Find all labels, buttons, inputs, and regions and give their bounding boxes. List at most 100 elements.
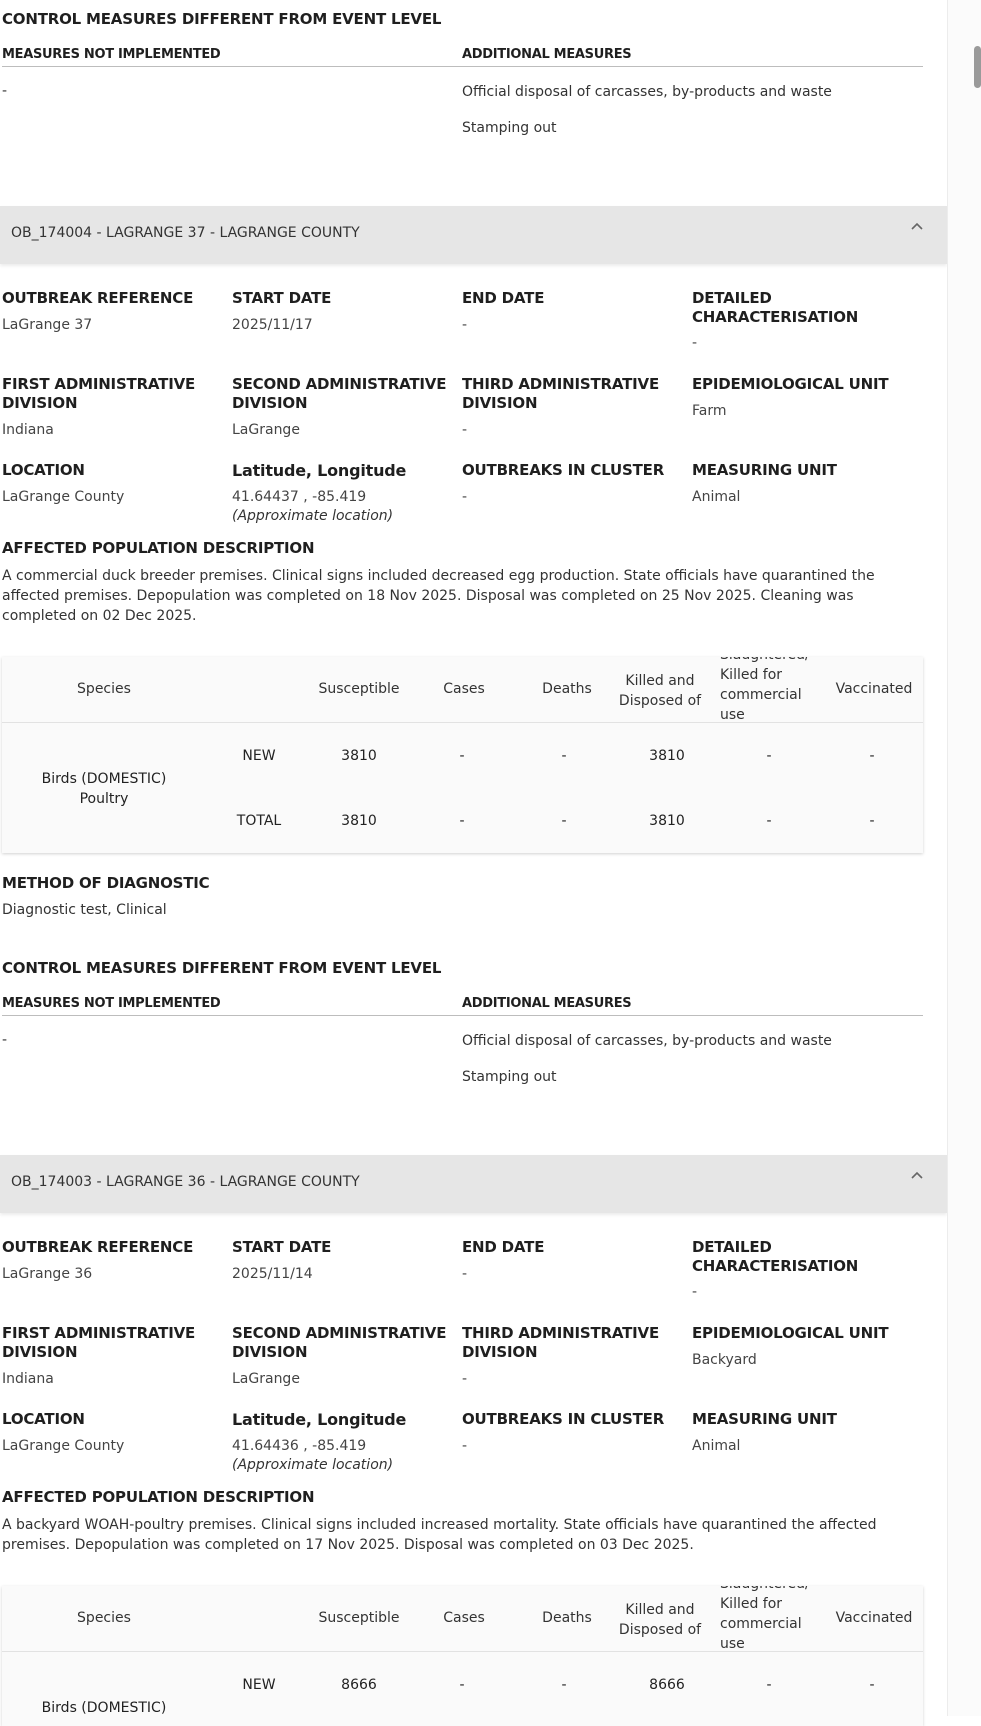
table-cell: 3810 <box>341 813 377 829</box>
table-cell: 3810 <box>649 748 685 764</box>
table-cell: - <box>766 748 772 764</box>
species-quantity-table: Species Susceptible Cases Deaths Killed … <box>2 657 923 853</box>
affected-population-heading: AFFECTED POPULATION DESCRIPTION <box>2 539 315 557</box>
chevron-up-icon[interactable] <box>907 220 927 240</box>
outbreaks-in-cluster-value: - <box>462 489 468 505</box>
outbreak-reference-value: LaGrange 36 <box>2 1266 93 1282</box>
scrollbar-track[interactable] <box>947 0 981 1716</box>
first-admin-division-value: Indiana <box>2 1371 54 1387</box>
epidemiological-unit-label: EPIDEMIOLOGICAL UNIT <box>692 1324 889 1342</box>
third-admin-division-label-1: THIRD ADMINISTRATIVE <box>462 1324 659 1342</box>
detailed-characterisation-label-2: CHARACTERISATION <box>692 1257 859 1275</box>
row-label-new: NEW <box>242 1677 276 1693</box>
slaughtered-header: Slaughtered/ Killed for commercial use <box>720 657 810 723</box>
row-label-total: TOTAL <box>236 813 282 829</box>
outbreaks-in-cluster-label: OUTBREAKS IN CLUSTER <box>462 1410 665 1428</box>
third-admin-division-label-1: THIRD ADMINISTRATIVE <box>462 375 659 393</box>
vaccinated-header: Vaccinated <box>835 681 913 697</box>
epidemiological-unit-value: Farm <box>692 403 727 419</box>
third-admin-division-label-2: DIVISION <box>462 1343 538 1361</box>
first-admin-division-label-2: DIVISION <box>2 394 78 412</box>
table-cell: - <box>869 1677 875 1693</box>
table-cell: - <box>459 748 465 764</box>
outbreak-reference-label: OUTBREAK REFERENCE <box>2 289 194 307</box>
row-label-new: NEW <box>242 748 276 764</box>
outbreaks-in-cluster-label: OUTBREAKS IN CLUSTER <box>462 461 665 479</box>
end-date-label: END DATE <box>462 289 545 307</box>
first-admin-division-value: Indiana <box>2 422 54 438</box>
measures-not-implemented-value: - <box>2 1032 8 1048</box>
second-admin-division-label-1: SECOND ADMINISTRATIVE <box>232 1324 447 1342</box>
location-label: LOCATION <box>2 461 85 479</box>
species-name: Birds (DOMESTIC) <box>41 1700 167 1716</box>
cases-header: Cases <box>443 1610 485 1626</box>
measuring-unit-value: Animal <box>692 489 741 505</box>
additional-measure-item: Stamping out <box>462 1069 557 1085</box>
deaths-header: Deaths <box>542 1610 592 1626</box>
killed-disposed-header: Killed and Disposed of <box>618 673 702 709</box>
affected-population-text: A commercial duck breeder premises. Clin… <box>2 568 875 624</box>
table-cell: - <box>561 1677 567 1693</box>
chevron-up-icon[interactable] <box>907 1169 927 1189</box>
third-admin-division-label-2: DIVISION <box>462 394 538 412</box>
scrollbar-thumb[interactable] <box>974 46 981 88</box>
measuring-unit-value: Animal <box>692 1438 741 1454</box>
method-of-diagnostic-value: Diagnostic test, Clinical <box>2 902 167 918</box>
location-value: LaGrange County <box>2 1438 125 1454</box>
approximate-location-note: (Approximate location) <box>232 1457 394 1473</box>
table-cell: - <box>459 813 465 829</box>
species-quantity-table: Species Susceptible Cases Deaths Killed … <box>2 1586 923 1726</box>
detailed-characterisation-value: - <box>692 1284 698 1300</box>
outbreak-accordion-header[interactable]: OB_174004 - LAGRANGE 37 - LAGRANGE COUNT… <box>0 206 947 264</box>
end-date-value: - <box>462 317 468 333</box>
lat-lon-value: 41.64437 , -85.419 <box>232 489 367 505</box>
approximate-location-note: (Approximate location) <box>232 508 394 524</box>
lat-lon-label: Latitude, Longitude <box>232 461 407 480</box>
additional-measures-label: ADDITIONAL MEASURES <box>462 996 632 1011</box>
additional-measure-item: Stamping out <box>462 120 557 136</box>
table-cell: 8666 <box>649 1677 685 1693</box>
second-admin-division-value: LaGrange <box>232 1371 300 1387</box>
control-measures-heading: CONTROL MEASURES DIFFERENT FROM EVENT LE… <box>2 959 442 977</box>
susceptible-header: Susceptible <box>318 1610 400 1626</box>
outbreak-accordion-header[interactable]: OB_174003 - LAGRANGE 36 - LAGRANGE COUNT… <box>0 1155 947 1213</box>
measuring-unit-label: MEASURING UNIT <box>692 1410 837 1428</box>
first-admin-division-label-2: DIVISION <box>2 1343 78 1361</box>
third-admin-division-value: - <box>462 1371 468 1387</box>
second-admin-division-label-1: SECOND ADMINISTRATIVE <box>232 375 447 393</box>
table-cell: - <box>766 1677 772 1693</box>
killed-disposed-header: Killed and Disposed of <box>618 1602 702 1638</box>
end-date-value: - <box>462 1266 468 1282</box>
second-admin-division-label-2: DIVISION <box>232 1343 308 1361</box>
outbreak-list-page: CONTROL MEASURES DIFFERENT FROM EVENT LE… <box>0 0 947 1726</box>
detailed-characterisation-label-1: DETAILED <box>692 1238 772 1256</box>
measures-not-implemented-value: - <box>2 83 8 99</box>
location-label: LOCATION <box>2 1410 85 1428</box>
susceptible-header: Susceptible <box>318 681 400 697</box>
measuring-unit-label: MEASURING UNIT <box>692 461 837 479</box>
end-date-label: END DATE <box>462 1238 545 1256</box>
additional-measure-item: Official disposal of carcasses, by-produ… <box>462 84 832 100</box>
species-name: Birds (DOMESTIC) Poultry <box>41 771 167 807</box>
detailed-characterisation-label-1: DETAILED <box>692 289 772 307</box>
species-header: Species <box>77 1610 131 1626</box>
measures-divider <box>2 66 923 67</box>
table-cell: - <box>561 748 567 764</box>
first-admin-division-label-1: FIRST ADMINISTRATIVE <box>2 375 196 393</box>
table-cell: - <box>869 748 875 764</box>
table-cell: - <box>459 1677 465 1693</box>
measures-not-implemented-label: MEASURES NOT IMPLEMENTED <box>2 996 221 1011</box>
affected-population-heading: AFFECTED POPULATION DESCRIPTION <box>2 1488 315 1506</box>
epidemiological-unit-value: Backyard <box>692 1352 757 1368</box>
table-cell: - <box>766 813 772 829</box>
species-header: Species <box>77 681 131 697</box>
start-date-label: START DATE <box>232 1238 332 1256</box>
third-admin-division-value: - <box>462 422 468 438</box>
start-date-value: 2025/11/14 <box>232 1266 313 1282</box>
first-admin-division-label-1: FIRST ADMINISTRATIVE <box>2 1324 196 1342</box>
table-cell: - <box>869 813 875 829</box>
table-cell: 3810 <box>649 813 685 829</box>
location-value: LaGrange County <box>2 489 125 505</box>
start-date-label: START DATE <box>232 289 332 307</box>
outbreak-title: OB_174003 - LAGRANGE 36 - LAGRANGE COUNT… <box>11 1174 360 1190</box>
